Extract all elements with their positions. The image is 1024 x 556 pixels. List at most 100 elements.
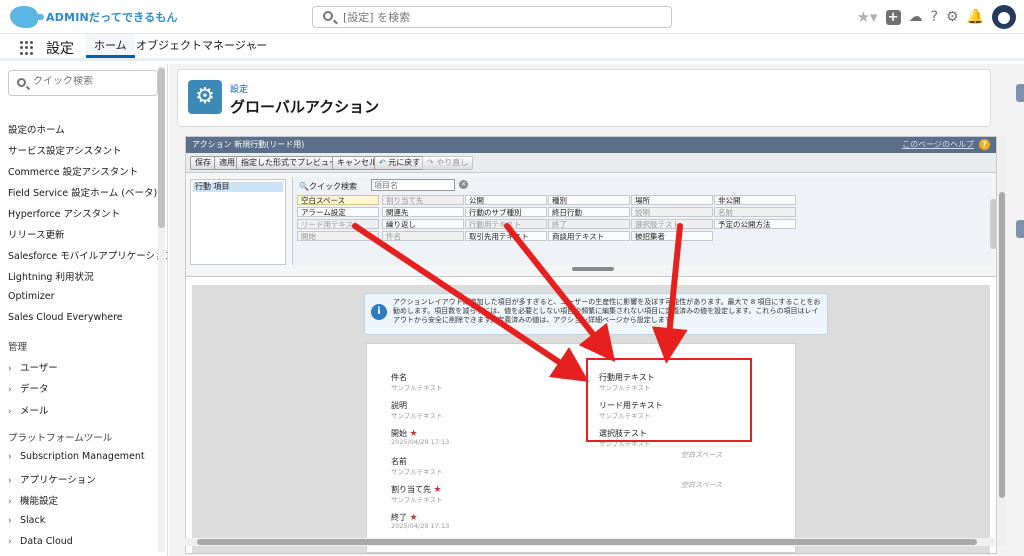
chevron-right-icon: › [8, 476, 12, 486]
blank-space[interactable]: 空白スペース [681, 450, 722, 460]
sidebar-item-label: データ [20, 384, 49, 395]
chevron-right-icon: › [8, 364, 12, 374]
palette-field[interactable]: 件名 [382, 231, 464, 241]
sidebar-item-optimizer[interactable]: Optimizer [8, 291, 55, 302]
palette-field[interactable]: 終了 [548, 219, 630, 229]
main-content: ⚙ 設定 グローバルアクション アクション 新規行動(リード用) このページのヘ… [169, 64, 1024, 556]
sidebar-item-field-service[interactable]: Field Service 設定ホーム (ベータ) [8, 185, 157, 199]
palette-field[interactable]: 選択肢テスト [631, 219, 713, 229]
palette-field[interactable]: 予定の公開方法 [714, 219, 796, 229]
chevron-right-icon: › [8, 537, 12, 547]
info-text: アクションレイアウトに追加した項目が多すぎると、ユーザーの生産性に影響を及ぼす可… [393, 298, 821, 324]
palette-category-fields[interactable]: 行動 項目 [193, 182, 283, 192]
avatar[interactable] [992, 5, 1016, 29]
plus-icon[interactable]: + [885, 9, 901, 25]
sidebar-scrollbar[interactable] [158, 66, 165, 552]
annotation-highlight-box [586, 358, 752, 442]
bell-icon[interactable]: 🔔 [967, 4, 984, 30]
undo-label: 元に戻す [388, 158, 421, 167]
side-panel-tab[interactable] [1016, 84, 1024, 102]
palette-field[interactable]: 商談用テキスト [548, 231, 630, 241]
palette-field[interactable]: 取引先用テキスト [465, 231, 547, 241]
palette-field[interactable]: 終日行動 [548, 207, 630, 217]
palette-field[interactable]: 名前 [714, 207, 796, 217]
sidebar-item-email[interactable]: › メール [8, 403, 49, 417]
sidebar-item-users[interactable]: › ユーザー [8, 360, 58, 374]
breadcrumb[interactable]: 設定 [230, 82, 248, 95]
sidebar-item-data[interactable]: › データ [8, 381, 49, 395]
favorite-star-icon[interactable]: ★▾ [857, 4, 878, 30]
palette-field[interactable]: 非公開 [714, 195, 796, 205]
palette-field[interactable]: 種別 [548, 195, 630, 205]
help-link[interactable]: このページのヘルプ [902, 139, 974, 150]
main-horizontal-scrollbar[interactable] [185, 538, 995, 546]
sidebar-item-label: ユーザー [20, 363, 58, 374]
sidebar-item-feature-settings[interactable]: › 機能設定 [8, 493, 58, 507]
quick-find-input[interactable] [371, 179, 455, 191]
sidebar-item-label: Subscription Management [20, 451, 145, 462]
app-nav-bar: 設定 ホーム オブジェクトマネージャー ⌄ [0, 34, 1024, 61]
undo-button[interactable]: ↶ 元に戻す [374, 156, 426, 170]
field-palette: 行動 項目 🔍クイック検索 × 空白スペース 割り当て先 公開 種別 場所 非公… [186, 173, 997, 277]
global-search[interactable] [312, 6, 672, 28]
sidebar-item-hyperforce[interactable]: Hyperforce アシスタント [8, 206, 120, 220]
palette-field[interactable]: 説明 [631, 207, 713, 217]
palette-field[interactable]: 被招集者 [631, 231, 713, 241]
help-icon[interactable]: ? [931, 4, 938, 30]
clear-icon[interactable]: × [459, 180, 468, 189]
sidebar-item-label: Data Cloud [20, 536, 73, 547]
help-icon[interactable]: ? [979, 139, 990, 150]
quick-search-input[interactable] [33, 76, 153, 87]
palette-field[interactable]: リード用テキスト [297, 219, 379, 229]
palette-field[interactable]: 行動のサブ種別 [465, 207, 547, 217]
sidebar-item-label: メール [20, 406, 49, 417]
palette-field[interactable]: 開始 [297, 231, 379, 241]
sidebar-item-label: 機能設定 [20, 496, 59, 507]
blank-space[interactable]: 空白スペース [681, 480, 722, 490]
palette-resize-handle[interactable] [572, 267, 614, 271]
side-panel-tab[interactable] [1016, 220, 1024, 238]
app-name: 設定 [46, 41, 74, 57]
sidebar-item-sales-cloud-everywhere[interactable]: Sales Cloud Everywhere [8, 312, 123, 323]
redo-label: やり直し [436, 158, 469, 167]
sidebar-item-commerce-setup[interactable]: Commerce 設定アシスタント [8, 164, 138, 178]
global-search-input[interactable] [343, 9, 663, 25]
sidebar-item-data-cloud[interactable]: › Data Cloud [8, 536, 73, 547]
sidebar-item-setup-home[interactable]: 設定のホーム [8, 122, 65, 136]
app-launcher-icon[interactable] [20, 41, 34, 55]
preview-label: 指定した形式でプレビュー... [241, 158, 345, 167]
sidebar-item-service-setup[interactable]: サービス設定アシスタント [8, 143, 122, 157]
redo-button[interactable]: ↷ やり直し [422, 156, 474, 170]
palette-field[interactable]: 公開 [465, 195, 547, 205]
chevron-right-icon: › [8, 385, 12, 395]
palette-field[interactable]: 関連先 [382, 207, 464, 217]
sidebar-item-mobile-app[interactable]: Salesforce モバイルアプリケーション [8, 248, 167, 262]
layout-field-value: 2025/04/29 17:13 [391, 438, 450, 446]
cloud-icon[interactable]: ☁ [909, 4, 923, 30]
palette-field[interactable]: アラーム設定 [297, 207, 379, 217]
palette-field[interactable]: 繰り返し [382, 219, 464, 229]
chevron-right-icon: › [8, 407, 12, 417]
sidebar-item-release-updates[interactable]: リリース更新 [8, 227, 65, 241]
sidebar-item-apps[interactable]: › アプリケーション [8, 472, 96, 486]
palette-scrollbar[interactable] [990, 199, 997, 249]
quick-search[interactable] [8, 70, 158, 96]
palette-field[interactable]: 割り当て先 [382, 195, 464, 205]
sidebar-item-lightning-usage[interactable]: Lightning 利用状況 [8, 269, 93, 283]
logo-text: ADMINだってできるもん [46, 11, 178, 24]
main-vertical-scrollbar[interactable] [998, 136, 1006, 546]
save-button[interactable]: 保存 [190, 156, 216, 170]
palette-fields-area: 🔍クイック検索 × 空白スペース 割り当て先 公開 種別 場所 非公開 アラーム… [292, 177, 997, 265]
chevron-right-icon: › [8, 497, 12, 507]
palette-field[interactable]: 行動用テキスト [465, 219, 547, 229]
sidebar-item-slack[interactable]: › Slack [8, 515, 45, 526]
quick-find-text: クイック検索 [308, 182, 357, 191]
palette-field[interactable]: 場所 [631, 195, 713, 205]
palette-field[interactable]: 空白スペース [297, 195, 379, 205]
sidebar-item-subscription[interactable]: › Subscription Management [8, 451, 145, 462]
editor-title: アクション 新規行動(リード用) [192, 140, 305, 149]
org-logo[interactable]: ADMINだってできるもん [10, 4, 178, 30]
page-title: グローバルアクション [230, 98, 380, 116]
chevron-down-icon[interactable]: ⌄ [250, 41, 258, 52]
gear-icon[interactable]: ⚙ [946, 4, 959, 30]
